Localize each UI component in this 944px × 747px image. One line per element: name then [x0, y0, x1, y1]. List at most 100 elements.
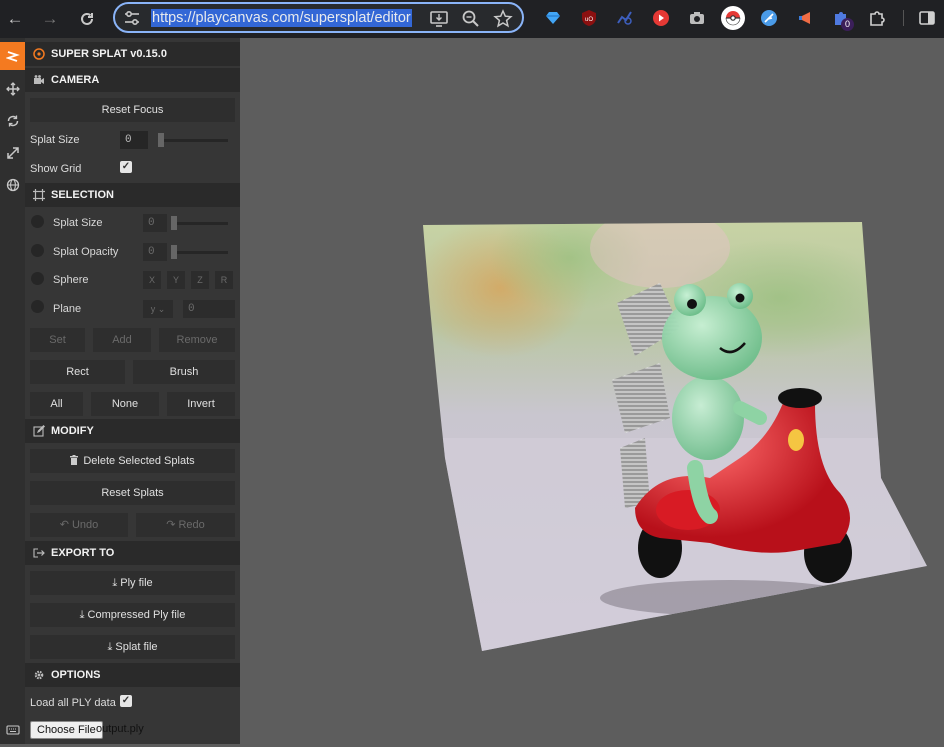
invert-button[interactable]: Invert	[167, 392, 235, 416]
browser-toolbar: ← → https://playcanvas.com/supersplat/ed…	[0, 0, 944, 38]
move-tool-icon[interactable]	[0, 75, 25, 103]
scale-tool-icon[interactable]	[0, 139, 25, 167]
sphere-z-input[interactable]: Z	[191, 271, 209, 289]
export-compressed-ply-button[interactable]: ⤓ Compressed Ply file	[30, 603, 235, 627]
tool-strip	[0, 38, 25, 744]
undo-icon: ↶	[59, 519, 72, 531]
camera-splat-size-label: Splat Size	[30, 134, 80, 146]
camera-splat-size-handle[interactable]	[158, 133, 164, 147]
options-header[interactable]: OPTIONS	[25, 663, 240, 687]
selection-splat-size-label: Splat Size	[53, 217, 103, 229]
3d-viewport[interactable]	[240, 38, 944, 744]
megaphone-extension-icon[interactable]	[796, 9, 814, 27]
camera-title: CAMERA	[51, 74, 100, 86]
camera-extension-icon[interactable]	[688, 9, 706, 27]
logo-icon[interactable]	[0, 42, 25, 70]
selection-icon	[33, 189, 45, 201]
splat-opacity-label: Splat Opacity	[53, 246, 119, 258]
export-splat-button[interactable]: ⤓ Splat file	[30, 635, 235, 659]
undo-button[interactable]: ↶ Undo	[30, 513, 128, 537]
keyboard-icon[interactable]	[0, 716, 25, 744]
side-panel-icon[interactable]	[918, 9, 936, 27]
chosen-file-name: output.ply	[96, 723, 144, 735]
splat-opacity-handle[interactable]	[171, 245, 177, 259]
rect-button[interactable]: Rect	[30, 360, 125, 384]
reset-focus-button[interactable]: Reset Focus	[30, 98, 235, 122]
choose-file-button[interactable]: Choose File	[30, 721, 103, 739]
camera-icon	[34, 75, 44, 84]
reload-icon[interactable]	[75, 7, 99, 31]
remove-button[interactable]: Remove	[159, 328, 235, 352]
diamond-extension-icon[interactable]	[544, 9, 562, 27]
world-space-icon[interactable]	[0, 171, 25, 199]
reset-splats-button[interactable]: Reset Splats	[30, 481, 235, 505]
ublock-extension-icon[interactable]: uO	[580, 9, 598, 27]
splat-size-radio[interactable]	[31, 215, 44, 228]
bookmark-star-icon[interactable]	[493, 9, 513, 29]
sphere-r-input[interactable]: R	[215, 271, 233, 289]
sphere-label: Sphere	[53, 274, 89, 286]
selection-title: SELECTION	[51, 189, 114, 201]
select-none-button[interactable]: None	[91, 392, 159, 416]
camera-header[interactable]: CAMERA	[25, 68, 240, 92]
forward-icon[interactable]: →	[38, 7, 62, 31]
splat-opacity-radio[interactable]	[31, 244, 44, 257]
export-compressed-ply-label: Compressed Ply file	[87, 609, 186, 621]
extensions-puzzle-icon[interactable]	[868, 9, 886, 27]
splat-scene[interactable]	[240, 38, 944, 744]
app-logo-icon	[33, 48, 45, 60]
selection-splat-size-handle[interactable]	[171, 216, 177, 230]
back-icon[interactable]: ←	[3, 7, 27, 31]
modify-header[interactable]: MODIFY	[25, 419, 240, 443]
svg-text:uO: uO	[585, 17, 593, 23]
pokeball-extension-icon[interactable]	[721, 6, 745, 30]
show-grid-label: Show Grid	[30, 163, 82, 175]
splat-opacity-input[interactable]: 0	[143, 243, 167, 261]
youtube-extension-icon[interactable]	[652, 9, 670, 27]
chart-extension-icon[interactable]	[616, 9, 634, 27]
export-header[interactable]: EXPORT TO	[25, 541, 240, 565]
splat-opacity-slider[interactable]	[173, 251, 228, 254]
show-grid-checkbox[interactable]: ✓	[120, 161, 132, 173]
url-text[interactable]: https://playcanvas.com/supersplat/editor	[151, 9, 412, 27]
selection-header[interactable]: SELECTION	[25, 183, 240, 207]
plane-axis-value: y	[150, 304, 156, 314]
address-bar[interactable]: https://playcanvas.com/supersplat/editor	[113, 2, 524, 33]
brush-button[interactable]: Brush	[133, 360, 235, 384]
delete-selected-label: Delete Selected Splats	[83, 455, 195, 467]
export-title: EXPORT TO	[51, 547, 115, 559]
redo-icon: ↷	[166, 519, 179, 531]
sphere-radio[interactable]	[31, 272, 44, 285]
export-icon	[33, 548, 45, 558]
plane-radio[interactable]	[31, 300, 44, 313]
zoom-icon[interactable]	[461, 9, 481, 29]
set-button[interactable]: Set	[30, 328, 85, 352]
feather-extension-icon[interactable]	[760, 9, 778, 27]
options-title: OPTIONS	[51, 669, 101, 681]
plane-value-input[interactable]: 0	[183, 300, 235, 318]
delete-selected-button[interactable]: Delete Selected Splats	[30, 449, 235, 473]
gear-icon	[34, 670, 44, 680]
camera-splat-size-slider[interactable]	[158, 139, 228, 142]
modify-icon	[33, 425, 45, 437]
sphere-x-input[interactable]: X	[143, 271, 161, 289]
side-panel: SUPER SPLAT v0.15.0 CAMERA Reset Focus S…	[25, 38, 240, 744]
trash-icon	[70, 455, 79, 465]
add-button[interactable]: Add	[93, 328, 151, 352]
undo-label: Undo	[71, 519, 99, 531]
select-all-button[interactable]: All	[30, 392, 83, 416]
modify-title: MODIFY	[51, 425, 94, 437]
export-ply-button[interactable]: ⤓ Ply file	[30, 571, 235, 595]
redo-button[interactable]: ↷ Redo	[136, 513, 235, 537]
plane-axis-select[interactable]: y ⌄	[143, 300, 173, 318]
install-app-icon[interactable]	[429, 9, 449, 29]
puzzle-badge-extension-icon[interactable]: 0	[832, 9, 854, 31]
plane-label: Plane	[53, 303, 82, 315]
selection-splat-size-slider[interactable]	[173, 222, 228, 225]
load-all-ply-checkbox[interactable]: ✓	[120, 695, 132, 707]
camera-splat-size-input[interactable]: 0	[120, 131, 148, 149]
site-settings-icon[interactable]	[123, 9, 141, 27]
sphere-y-input[interactable]: Y	[167, 271, 185, 289]
rotate-tool-icon[interactable]	[0, 107, 25, 135]
selection-splat-size-input[interactable]: 0	[143, 214, 167, 232]
